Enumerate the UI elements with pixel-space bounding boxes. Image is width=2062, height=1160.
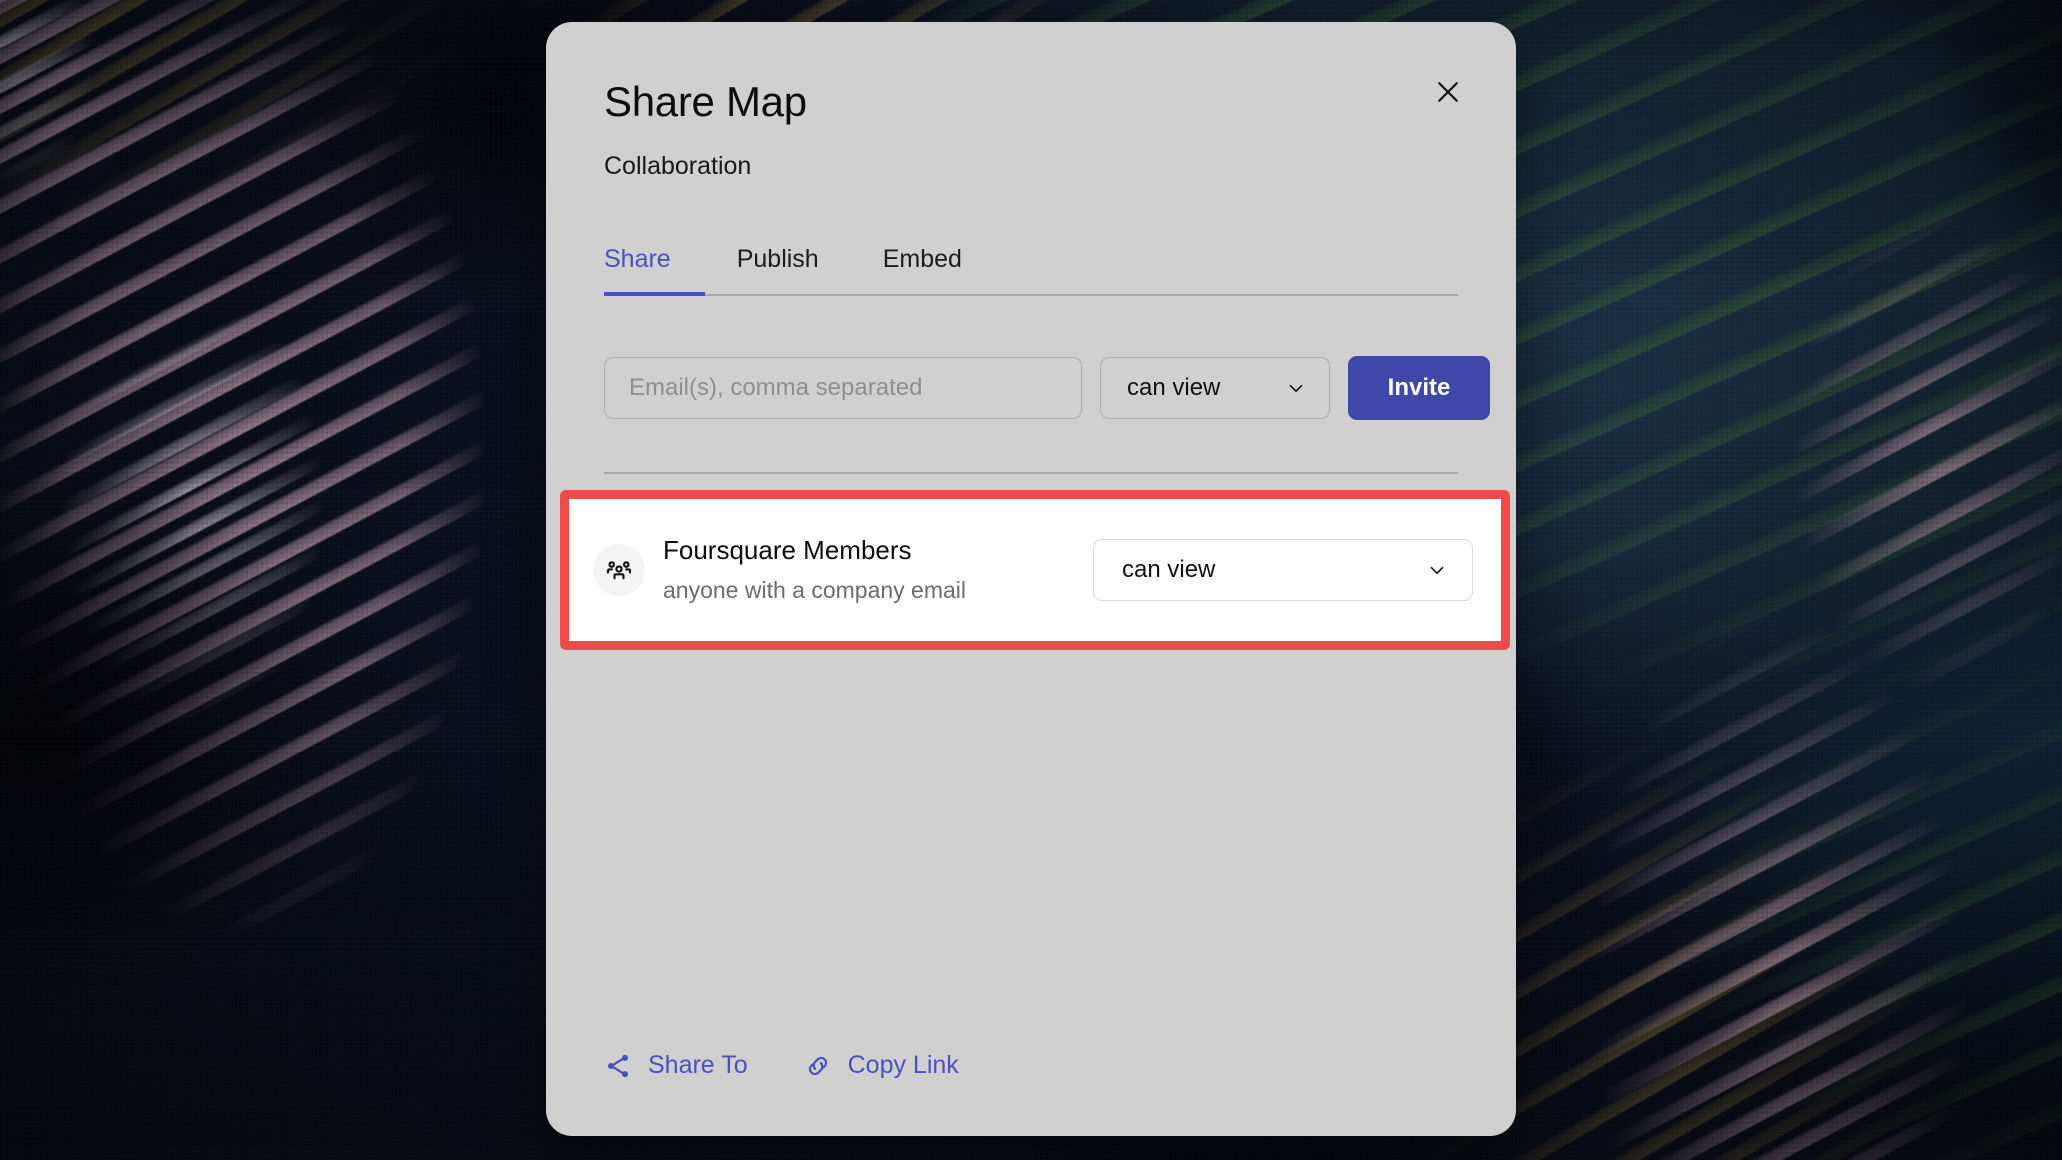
- member-permission-select[interactable]: can view: [1093, 539, 1473, 601]
- dialog-subtitle: Collaboration: [604, 152, 752, 180]
- page-title: Share Map: [604, 78, 807, 125]
- member-description: anyone with a company email: [663, 577, 966, 604]
- copy-link-button[interactable]: Copy Link: [804, 1047, 959, 1084]
- member-permission-value: can view: [1122, 556, 1216, 583]
- invite-permission-value: can view: [1127, 374, 1221, 401]
- invite-row: can view Invite: [604, 356, 1490, 420]
- member-text-block: Foursquare Members anyone with a company…: [663, 535, 1093, 605]
- share-to-label: Share To: [648, 1051, 748, 1079]
- group-people-icon: [606, 561, 632, 580]
- copy-link-label: Copy Link: [847, 1051, 959, 1079]
- foursquare-members-row[interactable]: Foursquare Members anyone with a company…: [560, 490, 1510, 650]
- close-button[interactable]: [1422, 66, 1474, 118]
- member-name: Foursquare Members: [663, 535, 912, 566]
- section-divider: [604, 472, 1458, 474]
- chevron-down-icon: [1289, 384, 1303, 393]
- dialog-footer: Share To Copy Link: [604, 1047, 959, 1084]
- tab-publish[interactable]: Publish: [705, 237, 851, 294]
- app-window: Share Map Collaboration Share Publish Em…: [0, 0, 2062, 1160]
- chevron-down-icon: [1430, 566, 1444, 575]
- tab-share[interactable]: Share: [604, 237, 705, 296]
- share-to-button[interactable]: Share To: [604, 1047, 748, 1084]
- invite-button[interactable]: Invite: [1348, 356, 1490, 420]
- email-input[interactable]: [604, 357, 1082, 419]
- avatar: [593, 544, 645, 596]
- link-icon: [808, 1056, 827, 1075]
- tab-bar: Share Publish Embed: [604, 237, 1458, 296]
- share-nodes-icon: [607, 1054, 629, 1077]
- invite-permission-select[interactable]: can view: [1100, 357, 1330, 419]
- close-icon: [1438, 82, 1458, 102]
- tab-embed[interactable]: Embed: [851, 237, 994, 294]
